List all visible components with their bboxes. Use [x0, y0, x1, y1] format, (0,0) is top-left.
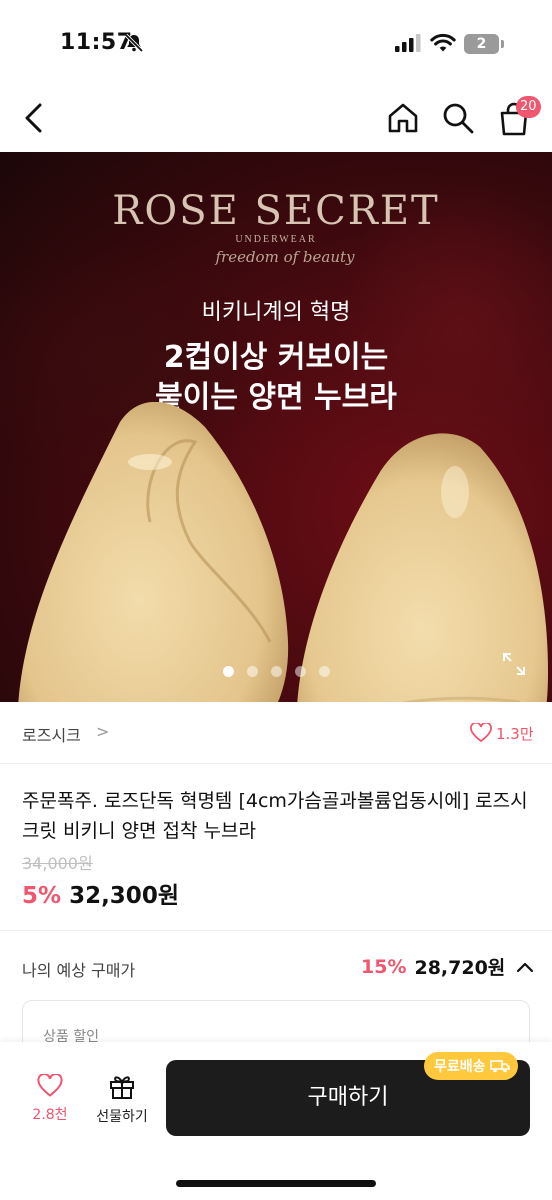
battery-level: 2 — [464, 34, 499, 54]
estimate-toggle[interactable]: 15% 28,720원 — [361, 953, 535, 980]
product-image-carousel[interactable]: ROSE SECRET UNDERWEAR freedom of beauty … — [0, 152, 552, 702]
carousel-dot-4[interactable] — [294, 666, 306, 677]
battery-icon: 2 — [464, 34, 504, 54]
bell-off-icon — [124, 33, 144, 53]
estimate-price: 28,720원 — [414, 957, 506, 979]
favorite-count: 2.8천 — [32, 1107, 68, 1123]
bottom-action-bar: 2.8천 선물하기 구매하기 무료배송 — [0, 1042, 552, 1200]
product-photo-pads — [18, 402, 548, 702]
store-row[interactable]: 로즈시크 > 1.3만 — [0, 702, 552, 764]
product-title: 주문폭주. 로즈단독 혁명템 [4cm가슴골과볼륨업동시에] 로즈시크릿 비키니… — [22, 790, 528, 842]
cellular-signal-icon — [395, 34, 421, 52]
home-indicator — [176, 1180, 376, 1187]
hero-headline-2: 2컵이상 커보이는 — [163, 340, 389, 375]
store-like-button[interactable]: 1.3만 — [470, 721, 534, 745]
search-icon[interactable] — [441, 101, 475, 135]
free-shipping-badge: 무료배송 — [424, 1052, 518, 1080]
store-name-link[interactable]: 로즈시크 — [22, 722, 81, 746]
like-count: 1.3만 — [496, 724, 534, 743]
back-arrow-icon[interactable] — [18, 100, 50, 136]
estimate-label: 나의 예상 구매가 — [22, 961, 136, 980]
free-shipping-label: 무료배송 — [434, 1059, 486, 1075]
chevron-right-icon: > — [96, 722, 110, 741]
home-icon[interactable] — [386, 101, 420, 135]
top-nav: 20 — [0, 88, 552, 152]
carousel-dot-3[interactable] — [270, 666, 282, 677]
heart-icon — [37, 1074, 63, 1097]
cart-count-badge: 20 — [516, 96, 541, 118]
price-row: 5% 32,300원 — [22, 876, 179, 910]
discount-rate: 5% — [22, 883, 62, 909]
gift-icon — [110, 1076, 134, 1099]
carousel-dot-5[interactable] — [318, 666, 330, 677]
hero-headline-1: 비키니계의 혁명 — [201, 300, 351, 325]
brand-script-text: freedom of beauty — [214, 248, 355, 266]
carousel-dot-1[interactable] — [222, 666, 234, 677]
status-bar: 11:57 2 — [0, 0, 552, 88]
favorite-button[interactable]: 2.8천 — [22, 1074, 78, 1130]
carousel-dots — [0, 666, 552, 677]
wifi-icon — [430, 33, 456, 52]
estimate-discount: 15% — [361, 955, 407, 978]
gift-button[interactable]: 선물하기 — [90, 1072, 154, 1132]
brand-script-logo: freedom of beauty — [214, 248, 355, 266]
carousel-dot-2[interactable] — [246, 666, 258, 677]
heart-icon — [470, 723, 492, 743]
expand-icon[interactable] — [502, 652, 526, 676]
gift-label: 선물하기 — [96, 1109, 148, 1125]
status-time: 11:57 — [60, 30, 133, 55]
sale-price: 32,300원 — [69, 883, 179, 909]
divider — [0, 930, 552, 931]
brand-logo: ROSE SECRET — [112, 188, 440, 234]
original-price: 34,000원 — [22, 854, 93, 873]
chevron-up-icon — [517, 962, 534, 972]
truck-icon — [489, 1060, 510, 1073]
